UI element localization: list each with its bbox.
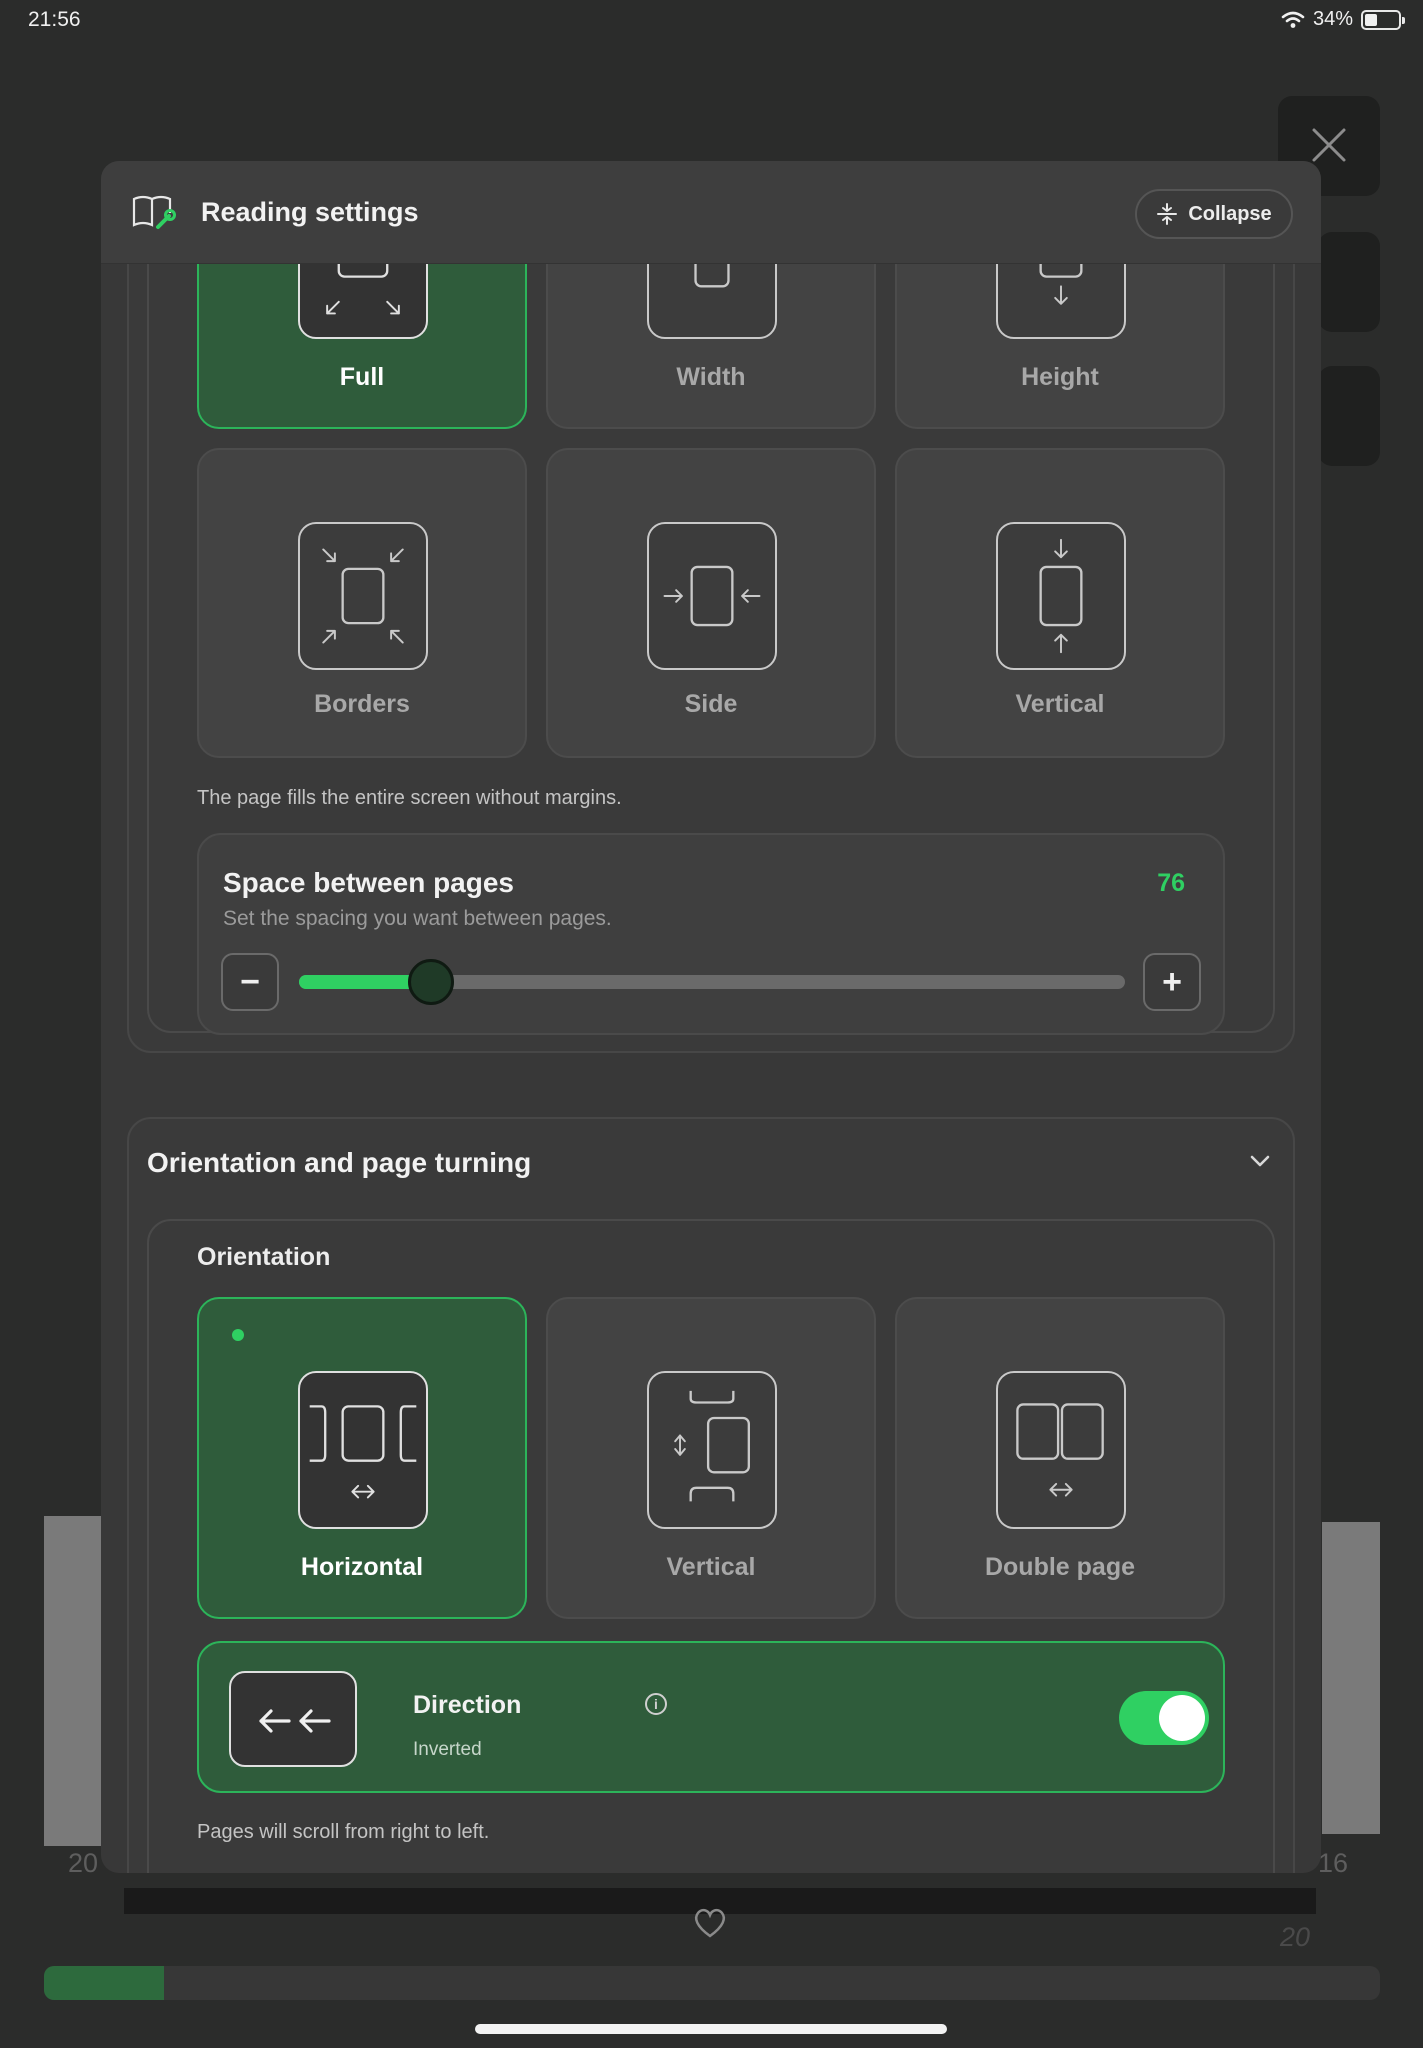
spacing-value: 76 [1157,869,1185,897]
modal-header: Reading settings Collapse [101,161,1321,264]
orientation-description: Pages will scroll from right to left. [197,1821,490,1843]
heart-icon[interactable] [690,1904,730,1940]
page-number-left: 20 [68,1848,99,1878]
background-page-right [1322,1522,1380,1834]
direction-value: Inverted [413,1739,482,1760]
reading-progress-bar[interactable] [44,1966,1380,2000]
collapse-label: Collapse [1188,202,1272,225]
toggle-knob [1159,1695,1205,1741]
chapters-side-button[interactable] [1318,366,1380,466]
direction-title: Direction [413,1691,522,1719]
direction-toggle[interactable] [1119,1691,1209,1745]
orientation-section-title: Orientation and page turning [147,1147,532,1178]
page-number-right: 16 [1318,1848,1349,1878]
fit-side-icon [647,522,777,670]
status-time: 21:56 [28,8,81,31]
page-number-bottom: 20 [1280,1922,1311,1952]
orientation-tile-vertical[interactable]: Vertical [546,1297,876,1619]
book-wrench-icon [132,195,176,229]
info-icon[interactable]: i [645,1693,667,1715]
collapse-icon [1157,203,1178,225]
spacing-card: Space between pages Set the spacing you … [197,833,1225,1035]
fit-label-side: Side [684,690,738,718]
fit-tile-side[interactable]: Side [546,448,876,758]
horizontal-icon [298,1371,428,1529]
orientation-subtitle: Orientation [197,1243,331,1271]
spacing-slider-thumb[interactable] [408,959,455,1005]
fit-label-width: Width [676,363,746,391]
fit-vertical-icon [996,522,1126,670]
status-indicators: 34% [1281,8,1405,31]
reading-settings-modal: Reading settings Collapse Full Width Hei… [101,161,1321,1873]
fit-label-vertical: Vertical [1015,690,1105,718]
fit-tile-borders[interactable]: Borders [197,448,527,758]
spacing-increase-button[interactable]: + [1143,953,1201,1011]
fit-borders-icon [298,522,428,670]
orientation-tile-horizontal[interactable]: Horizontal [197,1297,527,1619]
arrows-left-icon [229,1671,357,1767]
chevron-down-icon[interactable] [1249,1153,1271,1169]
orientation-label-double: Double page [984,1553,1135,1581]
fit-label-full: Full [339,363,385,391]
selected-indicator [232,1329,244,1341]
orientation-label-horizontal: Horizontal [300,1553,424,1581]
spacing-slider[interactable] [299,959,1125,1005]
battery-icon [1361,9,1405,30]
vertical-scroll-icon [647,1371,777,1529]
double-page-icon [996,1371,1126,1529]
orientation-tile-double[interactable]: Double page [895,1297,1225,1619]
battery-percent: 34% [1312,8,1353,30]
fit-label-height: Height [1021,363,1099,391]
orientation-label-vertical: Vertical [666,1553,756,1581]
fit-label-borders: Borders [314,690,410,718]
spacing-decrease-button[interactable]: − [221,953,279,1011]
direction-card[interactable]: Direction i Inverted [197,1641,1225,1793]
modal-title: Reading settings [201,196,419,227]
spacing-title: Space between pages [223,867,515,898]
fit-tile-vertical[interactable]: Vertical [895,448,1225,758]
wifi-icon [1281,11,1305,28]
collapse-button[interactable]: Collapse [1135,189,1293,239]
home-indicator [475,2024,947,2034]
spacing-subtitle: Set the spacing you want between pages. [223,907,612,930]
fit-description: The page fills the entire screen without… [197,787,622,809]
background-page-left [44,1516,104,1846]
reading-settings-side-button[interactable] [1318,232,1380,332]
